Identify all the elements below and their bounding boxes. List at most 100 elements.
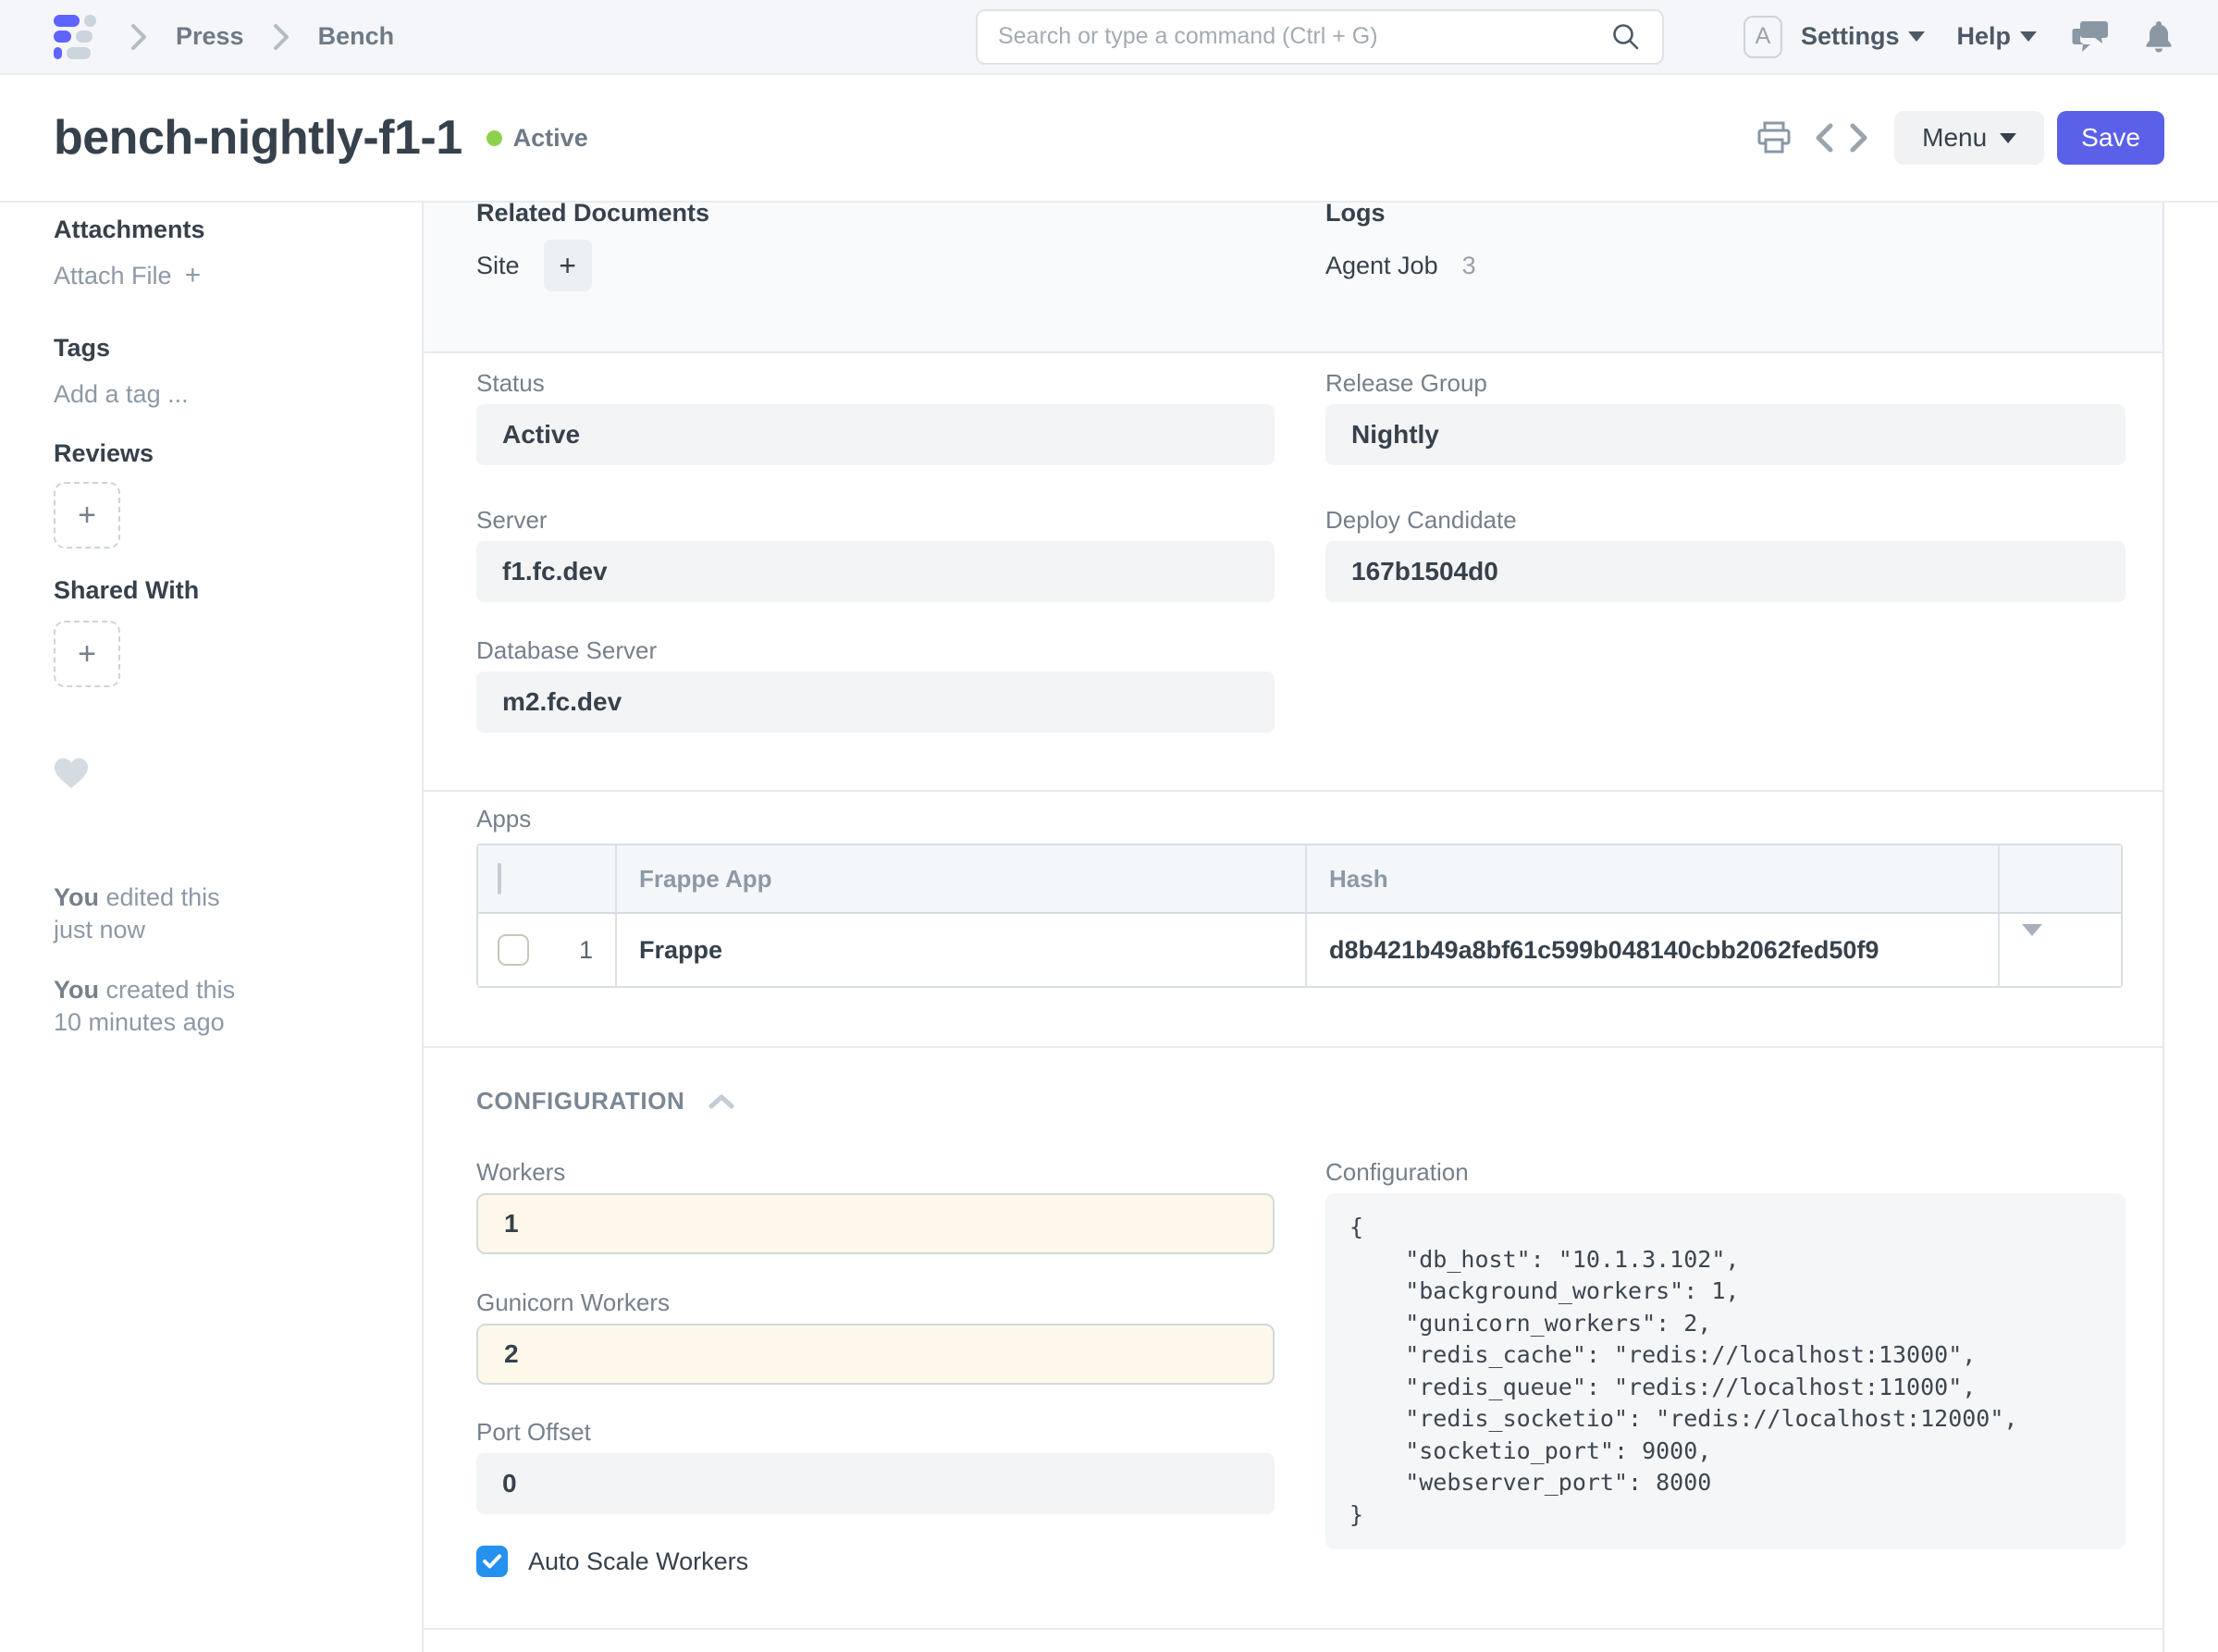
configuration-json-block: { "db_host": "10.1.3.102", "background_w… xyxy=(1325,1193,2126,1549)
menu-button-label: Menu xyxy=(1922,123,1987,153)
port-offset-field-input[interactable]: 0 xyxy=(476,1453,1275,1514)
deploy-candidate-field-label: Deploy Candidate xyxy=(1325,506,2126,534)
page-header: bench-nightly-f1-1 Active Menu Save xyxy=(0,75,2218,203)
add-tag-input[interactable]: Add a tag ... xyxy=(54,378,385,410)
reviews-heading: Reviews xyxy=(54,438,385,469)
auto-scale-workers-label: Auto Scale Workers xyxy=(528,1547,748,1576)
port-offset-field: Port Offset 0 xyxy=(476,1418,1275,1514)
row-checkbox[interactable] xyxy=(498,934,529,966)
navbar: Press Bench A Settings Help xyxy=(0,0,2218,75)
apps-table-header-row: Frappe App Hash xyxy=(478,845,2121,914)
server-field-input[interactable]: f1.fc.dev xyxy=(476,541,1275,602)
add-share-button[interactable]: + xyxy=(54,621,120,687)
menu-button[interactable]: Menu xyxy=(1894,111,2044,165)
search-input[interactable] xyxy=(998,23,1610,50)
next-document-button[interactable] xyxy=(1848,121,1870,154)
database-server-field-value: m2.fc.dev xyxy=(502,687,622,717)
gunicorn-workers-field-input[interactable]: 2 xyxy=(476,1324,1275,1385)
configuration-json: { "db_host": "10.1.3.102", "background_w… xyxy=(1349,1212,2101,1531)
apps-section: Apps Frappe App Hash xyxy=(424,792,2163,1048)
app-cell[interactable]: Frappe xyxy=(615,914,1305,986)
workers-field-label: Workers xyxy=(476,1158,1275,1186)
database-server-field-label: Database Server xyxy=(476,636,1275,664)
avatar[interactable]: A xyxy=(1744,16,1782,58)
chevron-down-icon xyxy=(2000,133,2016,143)
settings-menu[interactable]: Settings xyxy=(1801,22,1926,51)
attachments-heading: Attachments xyxy=(54,214,385,245)
gunicorn-workers-field-value: 2 xyxy=(504,1339,519,1369)
status-field: Status Active xyxy=(476,369,1275,465)
configuration-section: CONFIGURATION Workers 1 xyxy=(424,1048,2163,1630)
created-timestamp: 10 minutes ago xyxy=(54,1008,225,1036)
app-window: Press Bench A Settings Help xyxy=(0,0,2218,1652)
right-gutter xyxy=(2164,203,2218,1652)
row-expand-button[interactable] xyxy=(1998,914,2121,986)
database-server-field: Database Server m2.fc.dev xyxy=(476,636,1275,733)
global-search[interactable] xyxy=(976,9,1664,65)
column-header-frappe-app[interactable]: Frappe App xyxy=(615,845,1305,914)
chevron-down-icon xyxy=(2022,924,2042,964)
row-index[interactable]: 1 xyxy=(579,936,593,965)
agent-job-link[interactable]: Agent Job xyxy=(1325,252,1438,280)
chevron-up-icon xyxy=(709,1094,734,1109)
previous-document-button[interactable] xyxy=(1813,121,1835,154)
plus-icon: + xyxy=(559,249,576,283)
breadcrumb-item-bench[interactable]: Bench xyxy=(318,22,395,51)
created-action: created this xyxy=(99,976,235,1004)
form-footer-spacer xyxy=(424,1630,2163,1652)
column-header-hash[interactable]: Hash xyxy=(1305,845,1998,914)
edited-action: edited this xyxy=(99,883,220,911)
like-heart-icon[interactable] xyxy=(54,758,385,789)
deploy-candidate-field-value: 167b1504d0 xyxy=(1351,557,1498,586)
tags-heading: Tags xyxy=(54,332,385,364)
release-group-field-label: Release Group xyxy=(1325,369,2126,397)
database-server-field-input[interactable]: m2.fc.dev xyxy=(476,672,1275,733)
notifications-bell-icon[interactable] xyxy=(2144,19,2174,55)
configuration-section-title: CONFIGURATION xyxy=(476,1087,684,1116)
apps-section-label: Apps xyxy=(476,805,2123,832)
chat-icon[interactable] xyxy=(2072,19,2109,55)
server-field-value: f1.fc.dev xyxy=(502,557,608,586)
workers-field: Workers 1 xyxy=(476,1158,1275,1254)
save-button[interactable]: Save xyxy=(2057,111,2164,165)
workers-field-value: 1 xyxy=(504,1209,519,1239)
page-title: bench-nightly-f1-1 xyxy=(54,110,462,166)
release-group-field-input[interactable]: Nightly xyxy=(1325,404,2126,465)
deploy-candidate-field-input[interactable]: 167b1504d0 xyxy=(1325,541,2126,602)
header-actions: Menu Save xyxy=(1756,111,2164,165)
help-menu[interactable]: Help xyxy=(1956,22,2037,51)
add-site-button[interactable]: + xyxy=(544,240,592,291)
site-link[interactable]: Site xyxy=(476,252,520,280)
hash-cell[interactable]: d8b421b49a8bf61c599b048140cbb2062fed50f9 xyxy=(1305,914,1998,986)
edited-user: You xyxy=(54,883,99,911)
related-documents-heading: Related Documents xyxy=(476,203,1275,228)
app-logo-icon[interactable] xyxy=(54,15,102,59)
plus-icon: + xyxy=(78,498,96,534)
attach-file-label: Attach File xyxy=(54,260,172,291)
edited-activity: You edited this just now xyxy=(54,881,385,946)
auto-scale-workers-checkbox[interactable] xyxy=(476,1546,508,1577)
navbar-actions: A Settings Help xyxy=(1744,16,2174,58)
created-user: You xyxy=(54,976,99,1004)
plus-icon: + xyxy=(78,636,96,672)
shared-with-heading: Shared With xyxy=(54,574,385,606)
add-review-button[interactable]: + xyxy=(54,482,120,549)
breadcrumb-chevron-icon xyxy=(129,22,148,52)
port-offset-field-value: 0 xyxy=(502,1469,517,1498)
status-field-input[interactable]: Active xyxy=(476,404,1275,465)
form-dashboard-section: Related Documents Site + Logs Agent Job xyxy=(424,203,2163,353)
workers-field-input[interactable]: 1 xyxy=(476,1193,1275,1254)
status-field-value: Active xyxy=(502,420,580,450)
select-all-checkbox[interactable] xyxy=(498,863,501,894)
breadcrumb-item-press[interactable]: Press xyxy=(176,22,244,51)
deploy-candidate-field: Deploy Candidate 167b1504d0 xyxy=(1325,506,2126,602)
release-group-field-value: Nightly xyxy=(1351,420,1439,450)
form-body: Related Documents Site + Logs Agent Job xyxy=(422,203,2164,1652)
print-button[interactable] xyxy=(1756,119,1793,156)
attach-file-button[interactable]: Attach File + xyxy=(54,260,385,291)
breadcrumb: Press Bench xyxy=(54,15,394,59)
edited-timestamp: just now xyxy=(54,916,145,943)
add-tag-label: Add a tag ... xyxy=(54,378,189,410)
configuration-section-toggle[interactable]: CONFIGURATION xyxy=(476,1087,2123,1116)
settings-label: Settings xyxy=(1801,22,1900,51)
